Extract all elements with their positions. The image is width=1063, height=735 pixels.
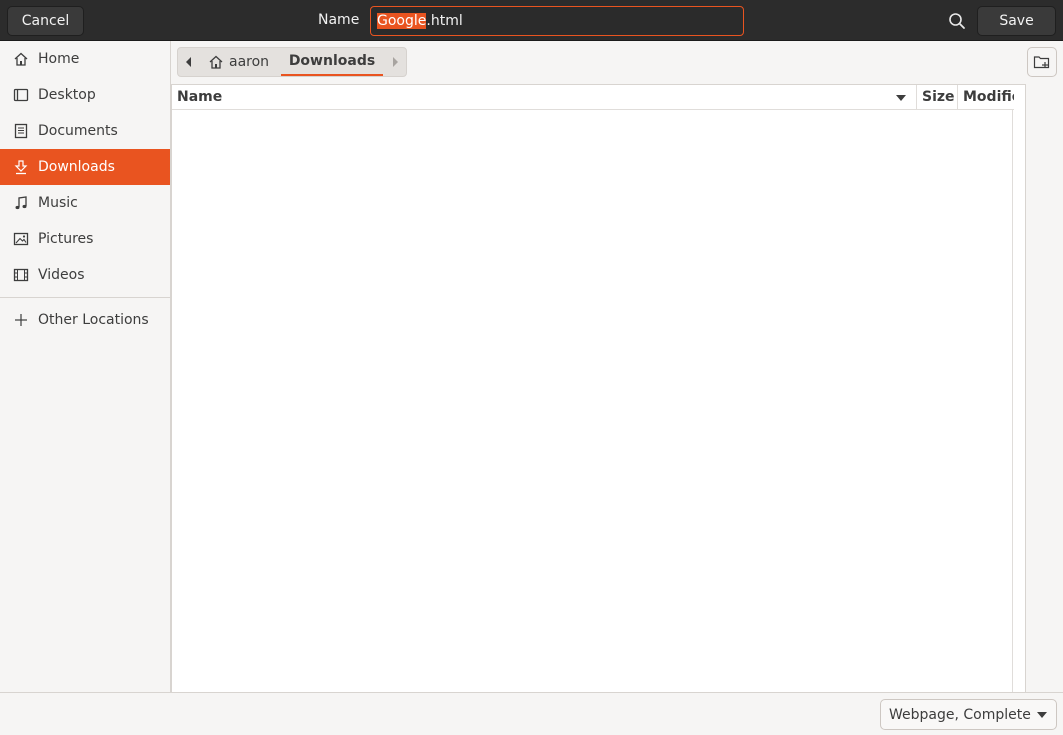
sidebar-item-label: Documents [38,123,118,139]
video-icon [13,268,29,282]
sidebar-item-desktop[interactable]: Desktop [0,77,170,113]
path-button-home[interactable]: aaron [208,48,269,76]
sidebar-item-label: Desktop [38,87,96,103]
column-header-row: Name Size Modified [172,85,1014,110]
path-button-label: aaron [229,54,270,70]
column-header-name[interactable]: Name [177,85,877,109]
filename-extension-text: .html [426,13,463,29]
chevron-right-icon [393,57,398,67]
document-icon [14,123,28,139]
desktop-icon [13,88,29,102]
path-button-current[interactable]: Downloads [281,48,383,76]
chevron-down-icon [1037,712,1047,718]
new-folder-button[interactable] [1027,47,1057,77]
path-bar: aaron Downloads [177,47,407,77]
sidebar-item-home[interactable]: Home [0,41,170,77]
music-icon [15,196,27,210]
scrollbar-gutter [1025,84,1063,692]
column-header-modified[interactable]: Modified [963,85,1014,109]
sidebar-item-label: Other Locations [38,312,149,328]
save-button[interactable]: Save [977,6,1056,36]
plus-icon [15,314,27,326]
download-icon [14,160,28,175]
places-sidebar: Home Desktop Documents Downloads Music P… [0,41,171,692]
sidebar-item-videos[interactable]: Videos [0,257,170,293]
column-divider [957,85,958,109]
picture-icon [13,232,29,246]
sidebar-item-label: Videos [38,267,85,283]
sidebar-item-label: Pictures [38,231,94,247]
sidebar-item-label: Music [38,195,78,211]
sidebar-item-label: Downloads [38,159,115,175]
home-icon [209,55,223,69]
path-scroll-left-button[interactable] [178,48,200,76]
header-bar: Cancel Name Google .html Save [0,0,1063,41]
search-icon[interactable] [947,11,967,31]
sidebar-item-music[interactable]: Music [0,185,170,221]
file-list[interactable]: Name Size Modified [171,84,1025,693]
list-edge [1012,110,1013,693]
sort-descending-icon[interactable] [895,92,907,104]
sidebar-separator [0,297,170,298]
file-type-value: Webpage, Complete [889,706,1031,723]
name-label: Name [318,12,360,28]
sidebar-item-pictures[interactable]: Pictures [0,221,170,257]
path-scroll-right-button[interactable] [384,48,406,76]
cancel-button[interactable]: Cancel [7,6,84,36]
column-header-size[interactable]: Size [922,85,954,109]
filename-selected-text: Google [377,13,427,29]
chevron-left-icon [186,57,191,67]
column-divider [916,85,917,109]
sidebar-item-documents[interactable]: Documents [0,113,170,149]
home-icon [14,52,28,66]
sidebar-item-label: Home [38,51,80,67]
bottom-bar: Webpage, Complete [0,692,1063,735]
sidebar-item-other-locations[interactable]: Other Locations [0,302,170,338]
sidebar-item-downloads[interactable]: Downloads [0,149,170,185]
new-folder-icon [1033,56,1050,69]
filename-input[interactable]: Google .html [370,6,744,36]
file-type-dropdown[interactable]: Webpage, Complete [880,699,1057,730]
